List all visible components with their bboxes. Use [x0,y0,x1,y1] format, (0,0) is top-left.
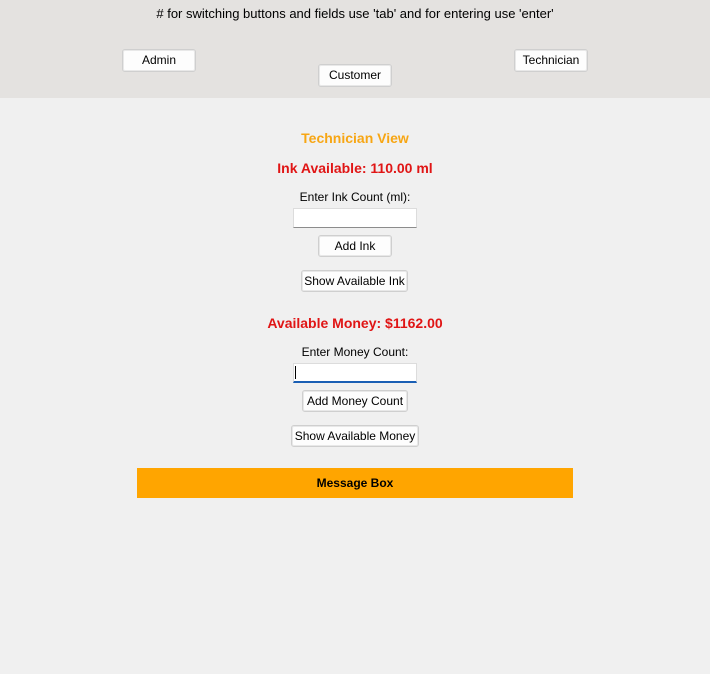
money-count-label: Enter Money Count: [301,345,409,359]
customer-button[interactable]: Customer [318,64,392,87]
hint-text: # for switching buttons and fields use '… [156,6,554,21]
text-caret [295,366,296,379]
show-available-money-button[interactable]: Show Available Money [291,425,419,447]
admin-button[interactable]: Admin [122,49,196,72]
ink-count-label: Enter Ink Count (ml): [299,190,411,204]
money-available-text: Available Money: $1162.00 [267,315,443,331]
ink-available-text: Ink Available: 110.00 ml [277,160,433,176]
ink-count-input[interactable] [293,208,417,228]
message-box: Message Box [137,468,573,498]
show-available-ink-button[interactable]: Show Available Ink [301,270,408,292]
add-ink-button[interactable]: Add Ink [318,235,392,257]
top-bar: # for switching buttons and fields use '… [0,0,710,98]
add-money-count-button[interactable]: Add Money Count [302,390,408,412]
view-title: Technician View [301,130,409,146]
money-count-input[interactable] [293,363,417,383]
technician-button[interactable]: Technician [514,49,588,72]
